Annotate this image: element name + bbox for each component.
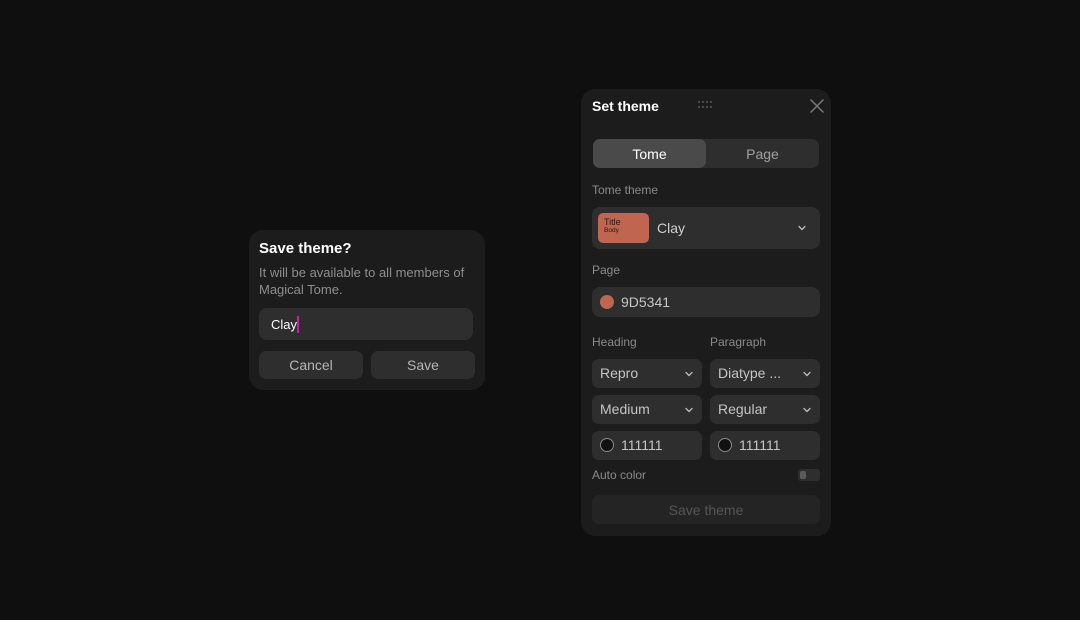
chevron-down-icon (798, 225, 806, 231)
panel-title: Set theme (592, 98, 659, 114)
paragraph-weight-value: Regular (718, 401, 768, 417)
theme-name-input-value: Clay (271, 316, 298, 332)
tab-page[interactable]: Page (706, 139, 819, 168)
dialog-actions: Cancel Save (259, 351, 475, 379)
heading-font-value: Repro (600, 365, 639, 381)
drag-handle-icon[interactable] (698, 101, 712, 110)
paragraph-color-field[interactable]: 111111 (710, 431, 820, 460)
heading-color-value: 111111 (621, 437, 663, 453)
paragraph-color-dot (718, 438, 732, 452)
chevron-down-icon (803, 371, 811, 377)
close-icon[interactable] (810, 99, 824, 113)
save-button[interactable]: Save (371, 351, 475, 379)
theme-name-input[interactable]: Clay (259, 308, 473, 340)
dialog-description: It will be available to all members of M… (259, 265, 465, 297)
chevron-down-icon (685, 371, 693, 377)
save-theme-button[interactable]: Save theme (592, 495, 820, 524)
paragraph-font-value: Diatype ... (718, 365, 782, 381)
paragraph-color-value: 111111 (739, 437, 781, 453)
chevron-down-icon (803, 407, 811, 413)
auto-color-toggle[interactable] (798, 469, 820, 481)
cancel-button[interactable]: Cancel (259, 351, 363, 379)
page-color-field[interactable]: 9D5341 (592, 287, 820, 317)
tome-theme-label: Tome theme (592, 183, 659, 197)
chevron-down-icon (685, 407, 693, 413)
page-label: Page (592, 263, 621, 277)
swatch-body: Body (604, 227, 619, 234)
page-color-dot (600, 295, 614, 309)
heading-color-dot (600, 438, 614, 452)
heading-color-field[interactable]: 111111 (592, 431, 702, 460)
dialog-title: Save theme? (259, 240, 352, 257)
theme-swatch: Title Body (598, 213, 649, 243)
paragraph-label: Paragraph (710, 335, 767, 349)
heading-font-select[interactable]: Repro (592, 359, 702, 388)
theme-name: Clay (657, 220, 686, 236)
tome-theme-select[interactable]: Title Body Clay (592, 207, 820, 249)
paragraph-weight-select[interactable]: Regular (710, 395, 820, 424)
swatch-title: Title (604, 217, 621, 227)
heading-weight-select[interactable]: Medium (592, 395, 702, 424)
text-caret (297, 315, 300, 333)
paragraph-font-select[interactable]: Diatype ... (710, 359, 820, 388)
save-theme-dialog: Save theme? It will be available to all … (249, 230, 485, 390)
tab-tome[interactable]: Tome (593, 139, 706, 168)
heading-weight-value: Medium (600, 401, 650, 417)
scope-tabs: Tome Page (593, 139, 819, 168)
auto-color-label: Auto color (592, 468, 647, 482)
heading-label: Heading (592, 335, 637, 349)
toggle-knob (800, 471, 806, 479)
panel-header: Set theme (592, 98, 824, 115)
set-theme-panel: Set theme Tome Page Tome theme Title Bod… (581, 89, 831, 536)
page-color-value: 9D5341 (621, 294, 671, 310)
